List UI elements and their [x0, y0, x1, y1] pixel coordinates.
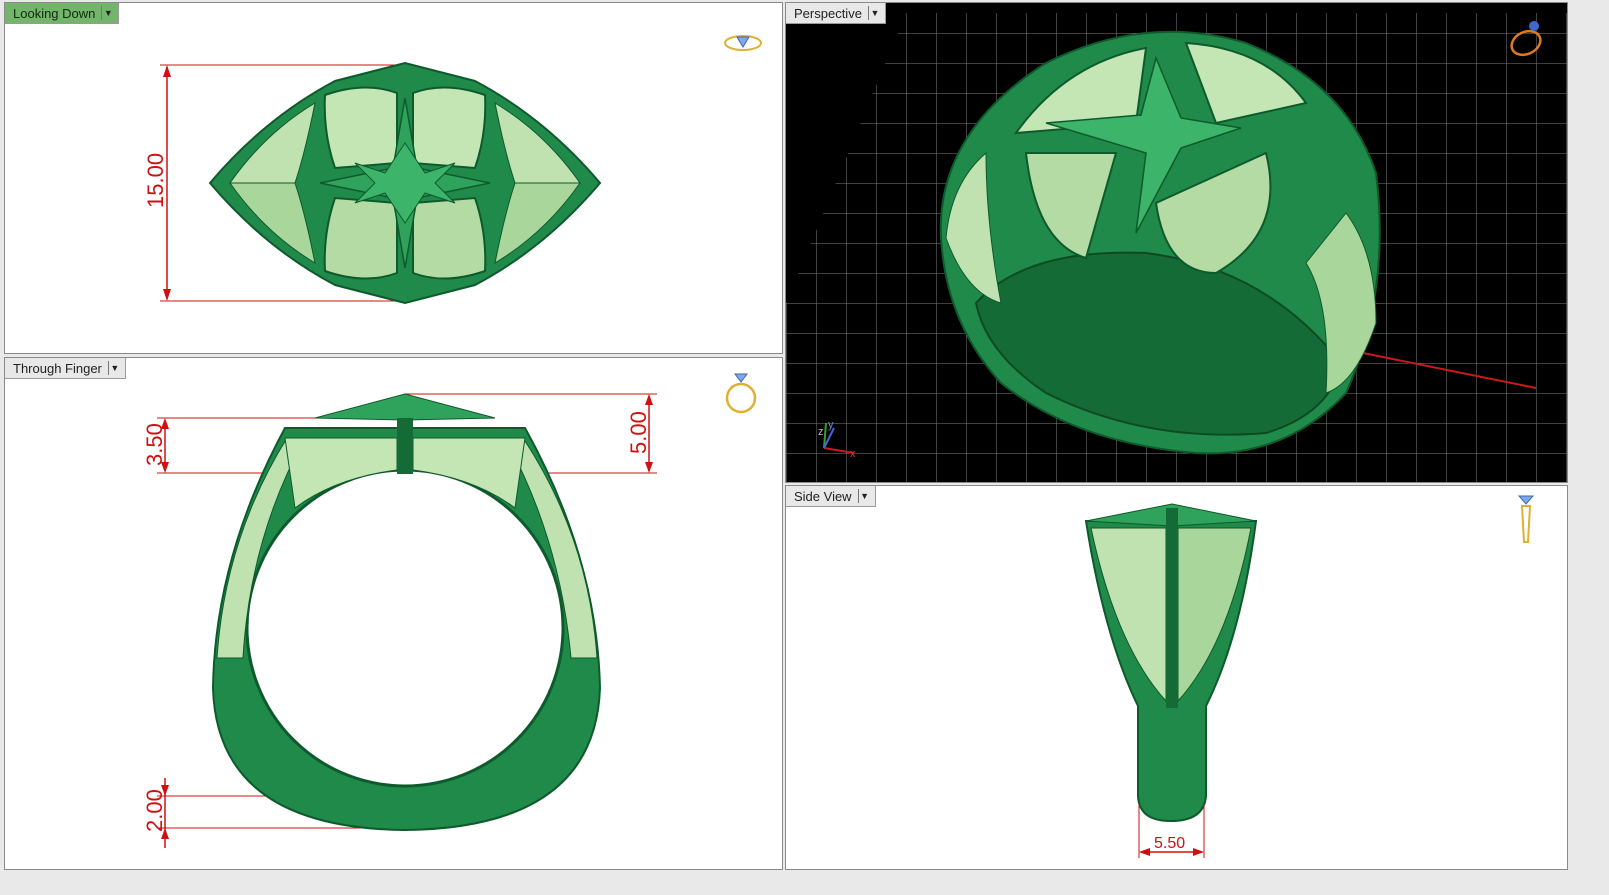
viewport-tab-side-view[interactable]: Side View ▼ [786, 486, 876, 507]
dimension-label: 3.50 [142, 423, 167, 466]
dropdown-arrow-icon[interactable]: ▼ [101, 6, 114, 20]
viewport-perspective[interactable]: Perspective ▼ y z x [785, 2, 1568, 483]
ring-top-view: 15.00 [143, 61, 602, 305]
dimension-label: 2.00 [142, 789, 167, 832]
ring-side-view: 5.50 [1084, 503, 1258, 858]
viewport-side-view[interactable]: Side View ▼ 5.50 [785, 485, 1568, 870]
dimension-label: 15.00 [143, 153, 168, 208]
axis-label: z [818, 426, 824, 438]
axis-label: x [850, 448, 856, 460]
viewport-looking-down[interactable]: Looking Down ▼ 15.00 [4, 2, 783, 354]
viewport-through-finger[interactable]: Through Finger ▼ 3.50 5.00 2.00 [4, 357, 783, 870]
dropdown-arrow-icon[interactable]: ▼ [107, 361, 121, 375]
ring-gem-view-icon[interactable] [1506, 17, 1550, 64]
dimension-label: 5.00 [626, 411, 651, 454]
ring-gem-view-icon[interactable] [723, 31, 763, 58]
viewport-tab-perspective[interactable]: Perspective ▼ [786, 3, 886, 24]
viewport-label: Through Finger [13, 360, 102, 376]
axis-label: y [828, 419, 834, 431]
viewport-label: Side View [794, 488, 852, 504]
ring-front-view: 3.50 5.00 2.00 [142, 393, 657, 848]
viewport-label: Looking Down [13, 5, 96, 21]
dropdown-arrow-icon[interactable]: ▼ [857, 489, 871, 503]
ring-gem-view-icon[interactable] [1514, 492, 1538, 553]
viewport-tab-looking-down[interactable]: Looking Down ▼ [5, 3, 120, 24]
ring-gem-view-icon[interactable] [723, 368, 759, 423]
perspective-grid: y z x [786, 13, 1567, 482]
viewport-tab-through-finger[interactable]: Through Finger ▼ [5, 358, 126, 379]
dimension-label: 5.50 [1154, 835, 1185, 852]
dropdown-arrow-icon[interactable]: ▼ [867, 6, 881, 20]
viewport-label: Perspective [794, 5, 862, 21]
